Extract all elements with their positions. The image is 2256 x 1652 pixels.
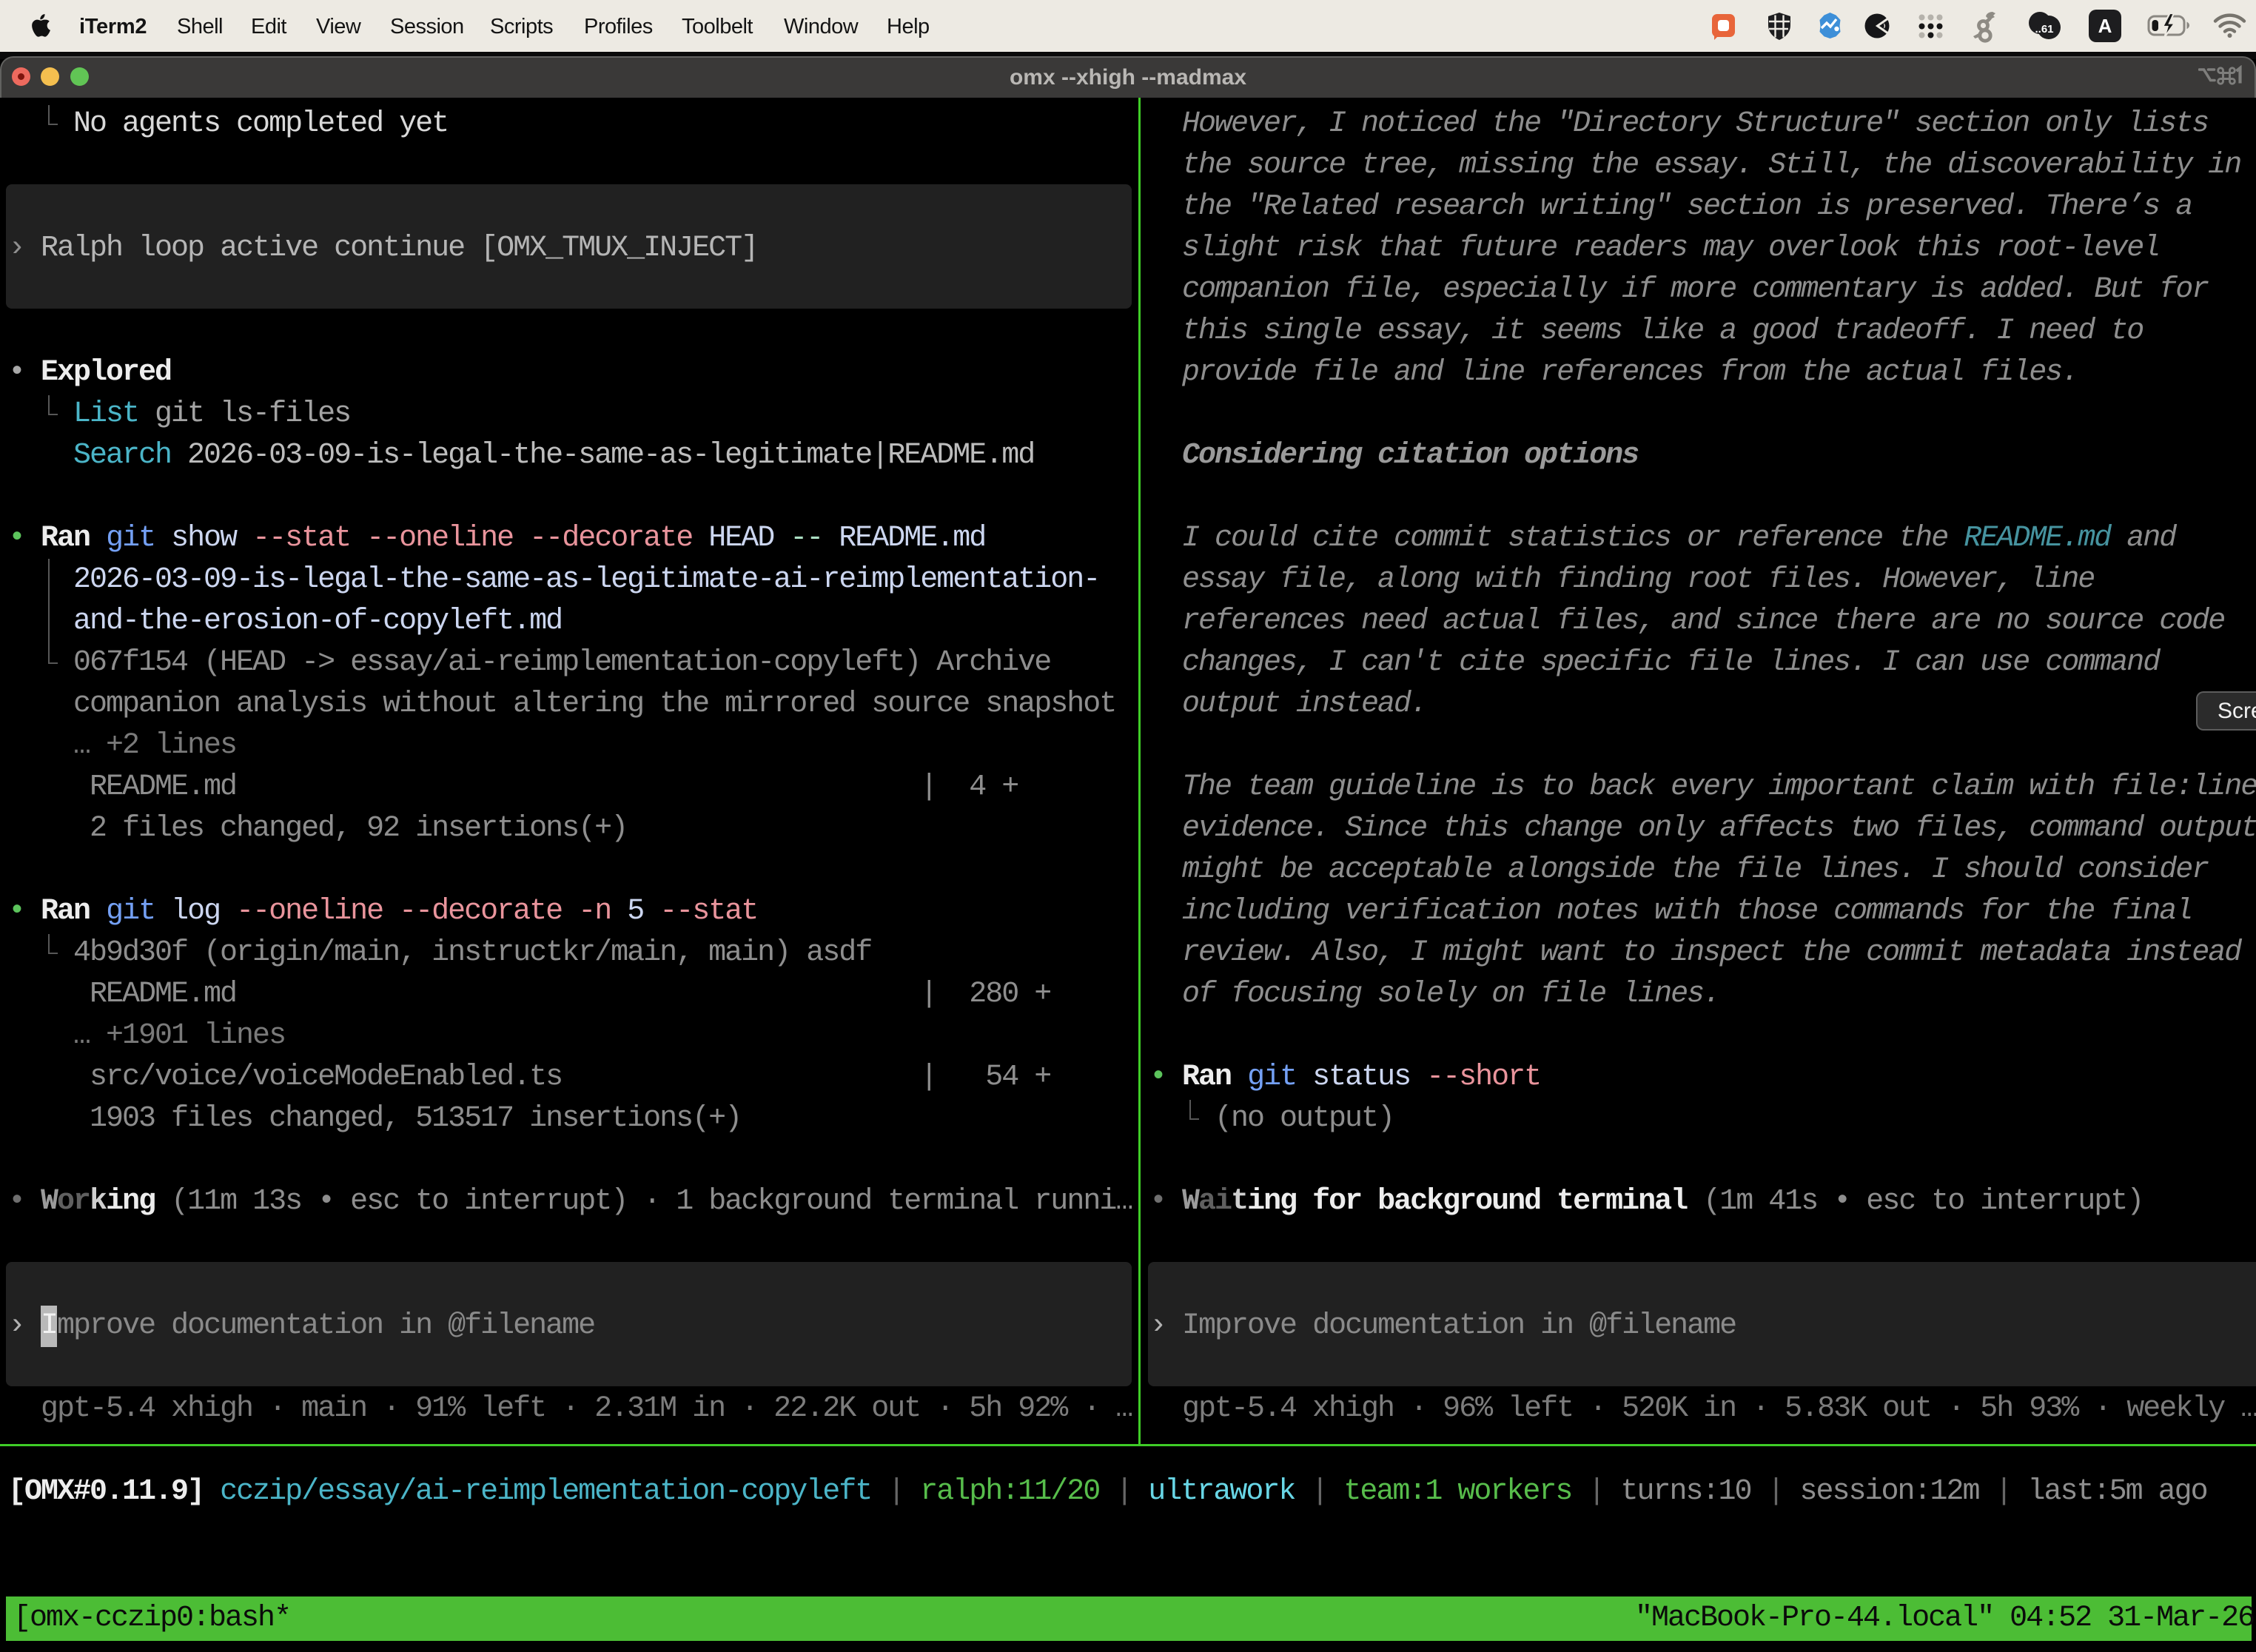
svg-text:..61: ..61 bbox=[2035, 23, 2053, 36]
